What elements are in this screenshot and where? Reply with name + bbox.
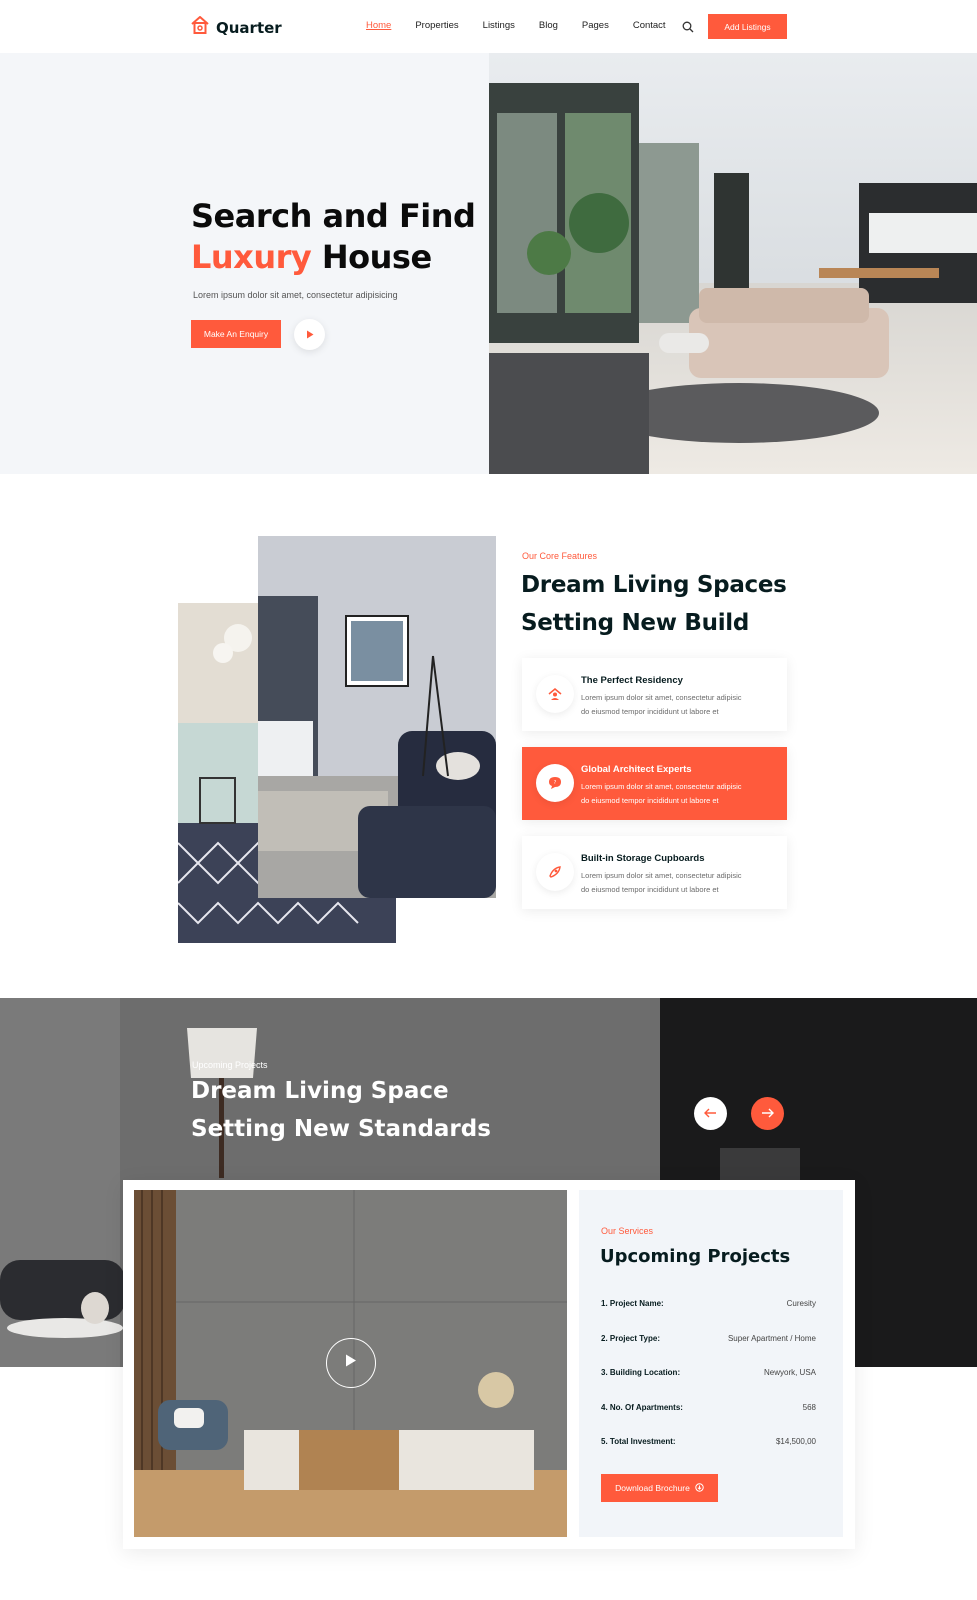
feature-card-desc-line1: Lorem ipsum dolor sit amet, consectetur … — [581, 871, 742, 880]
download-brochure-button[interactable]: Download Brochure — [601, 1474, 718, 1502]
upcoming-title-line2: Setting New Standards — [191, 1116, 491, 1142]
feature-card-title: Global Architect Experts — [581, 764, 692, 775]
feature-card-desc: Lorem ipsum dolor sit amet, consectetur … — [581, 869, 771, 897]
house-person-icon — [536, 675, 574, 713]
project-row-value: Newyork, USA — [763, 1368, 816, 1377]
project-row-label: 2. Project Type: — [601, 1334, 660, 1343]
hero-subtitle: Lorem ipsum dolor sit amet, consectetur … — [193, 290, 398, 300]
project-row-value: Curesity — [786, 1299, 816, 1308]
features-title-line2: Setting New Build — [521, 610, 750, 636]
project-row: 4. No. Of Apartments: 568 — [601, 1403, 816, 1412]
nav-properties[interactable]: Properties — [415, 20, 458, 31]
chat-bubble-icon: ? — [536, 764, 574, 802]
features-title-line1: Dream Living Spaces — [521, 572, 787, 598]
features-title: Dream Living Spaces Setting New Build — [521, 566, 787, 642]
feature-image-front — [258, 536, 496, 898]
prev-slide-button[interactable] — [694, 1097, 727, 1130]
projects-kicker: Our Services — [601, 1226, 654, 1236]
feature-card-desc-line2: do eiusmod tempor incididunt ut labore e… — [581, 796, 719, 805]
project-row-value: $14,500,00 — [775, 1437, 816, 1446]
project-info-panel: Our Services Upcoming Projects 1. Projec… — [579, 1190, 843, 1537]
feature-card-desc: Lorem ipsum dolor sit amet, consectetur … — [581, 780, 771, 808]
search-icon[interactable] — [682, 20, 694, 38]
feature-card-residency[interactable]: The Perfect Residency Lorem ipsum dolor … — [522, 658, 787, 731]
feature-card-desc-line2: do eiusmod tempor incididunt ut labore e… — [581, 707, 719, 716]
project-row: 2. Project Type: Super Apartment / Home — [601, 1334, 816, 1343]
make-enquiry-button[interactable]: Make An Enquiry — [191, 320, 281, 348]
feature-card-desc-line2: do eiusmod tempor incididunt ut labore e… — [581, 885, 719, 894]
project-row-label: 4. No. Of Apartments: — [601, 1403, 683, 1412]
rocket-icon — [536, 853, 574, 891]
hero-title: Search and Find Luxury House — [191, 196, 476, 278]
project-row-label: 5. Total Investment: — [601, 1437, 676, 1446]
feature-card-title: Built-in Storage Cupboards — [581, 853, 705, 864]
nav-blog[interactable]: Blog — [539, 20, 558, 31]
next-slide-button[interactable] — [751, 1097, 784, 1130]
nav-listings[interactable]: Listings — [483, 20, 515, 31]
video-play-button[interactable] — [326, 1338, 376, 1388]
upcoming-title-line1: Dream Living Space — [191, 1078, 449, 1104]
project-row: 1. Project Name: Curesity — [601, 1299, 816, 1308]
feature-card-desc: Lorem ipsum dolor sit amet, consectetur … — [581, 691, 771, 719]
add-listings-button[interactable]: Add Listings — [708, 14, 787, 39]
feature-card-storage[interactable]: Built-in Storage Cupboards Lorem ipsum d… — [522, 836, 787, 909]
site-header: Quarter Home Properties Listings Blog Pa… — [0, 0, 977, 53]
project-row-value: 568 — [802, 1403, 816, 1412]
project-row-value: Super Apartment / Home — [727, 1334, 816, 1343]
project-row-label: 1. Project Name: — [601, 1299, 664, 1308]
download-brochure-label: Download Brochure — [615, 1483, 690, 1493]
logo[interactable]: Quarter — [190, 15, 282, 39]
nav-pages[interactable]: Pages — [582, 20, 609, 31]
nav-contact[interactable]: Contact — [633, 20, 666, 31]
svg-text:?: ? — [554, 780, 557, 786]
download-icon — [695, 1482, 704, 1494]
feature-card-desc-line1: Lorem ipsum dolor sit amet, consectetur … — [581, 782, 742, 791]
feature-card-title: The Perfect Residency — [581, 675, 683, 686]
hero-title-rest: House — [321, 238, 432, 276]
hero-play-button[interactable] — [294, 319, 325, 350]
feature-card-desc-line1: Lorem ipsum dolor sit amet, consectetur … — [581, 693, 742, 702]
main-nav: Home Properties Listings Blog Pages Cont… — [366, 20, 690, 31]
hero-living-room-image — [489, 53, 977, 474]
projects-title: Upcoming Projects — [600, 1246, 791, 1267]
logo-text: Quarter — [216, 18, 282, 37]
project-row: 5. Total Investment: $14,500,00 — [601, 1437, 816, 1446]
upcoming-title: Dream Living Space Setting New Standards — [191, 1072, 491, 1148]
hero-title-line1: Search and Find — [191, 197, 476, 235]
feature-card-architect[interactable]: ? Global Architect Experts Lorem ipsum d… — [522, 747, 787, 820]
project-row: 3. Building Location: Newyork, USA — [601, 1368, 816, 1377]
nav-home[interactable]: Home — [366, 20, 391, 31]
play-icon — [306, 326, 314, 344]
upcoming-kicker: Upcoming Projects — [192, 1060, 268, 1070]
arrow-left-icon — [704, 1105, 717, 1123]
project-video-image — [134, 1190, 567, 1537]
features-kicker: Our Core Features — [522, 551, 598, 561]
project-row-label: 3. Building Location: — [601, 1368, 681, 1377]
hero-title-accent: Luxury — [191, 238, 312, 276]
play-icon — [345, 1354, 357, 1372]
arrow-right-icon — [761, 1105, 774, 1123]
house-logo-icon — [190, 15, 210, 39]
